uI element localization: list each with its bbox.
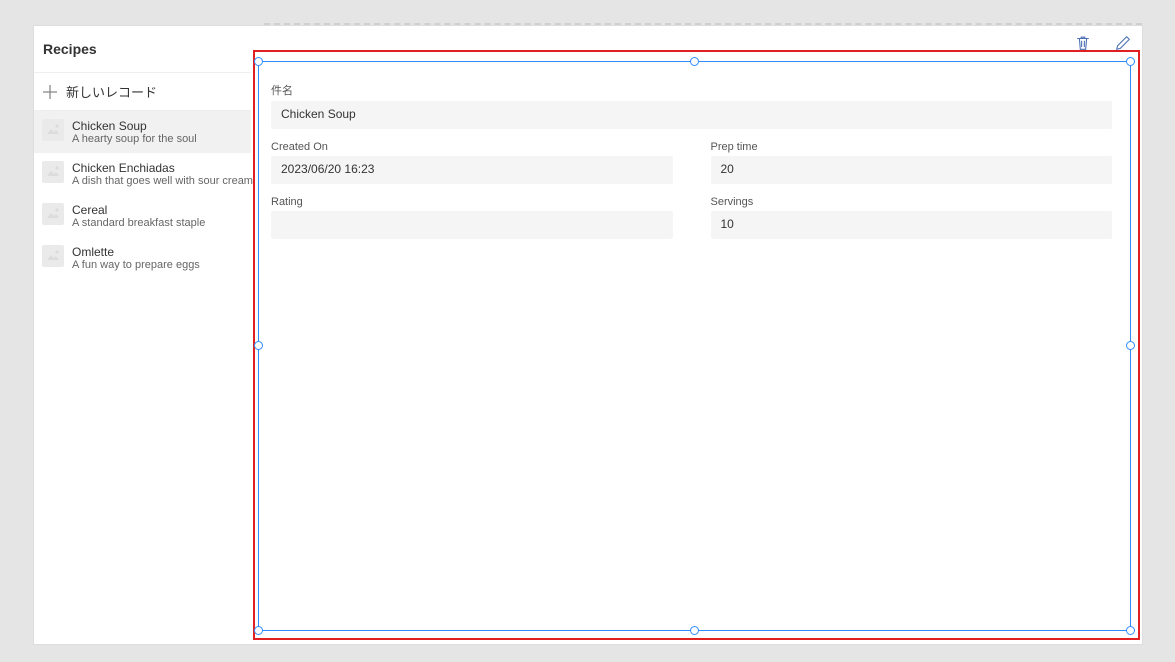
trash-icon	[1074, 34, 1092, 52]
field-label-created-on: Created On	[271, 141, 673, 153]
pencil-icon	[1114, 34, 1132, 52]
field-value-servings[interactable]: 10	[711, 211, 1113, 239]
list-item-subtitle: A dish that goes well with sour cream	[72, 175, 243, 187]
edit-button[interactable]	[1114, 34, 1132, 52]
list-item[interactable]: Omlette A fun way to prepare eggs	[34, 237, 251, 279]
list-item[interactable]: Chicken Soup A hearty soup for the soul	[34, 111, 251, 153]
list-item-title: Chicken Enchiadas	[72, 161, 243, 175]
new-record-label: 新しいレコード	[66, 82, 157, 101]
list-item-title: Cereal	[72, 203, 205, 217]
sidebar: Recipes 新しいレコード Chicken Soup A hearty so…	[34, 26, 251, 644]
field-value-created-on[interactable]: 2023/06/20 16:23	[271, 156, 673, 184]
field-value-prep-time[interactable]: 20	[711, 156, 1113, 184]
form-area: 件名 Chicken Soup Created On 2023/06/20 16…	[271, 82, 1112, 239]
plus-icon	[42, 84, 58, 100]
field-value-rating[interactable]	[271, 211, 673, 239]
list-item-subtitle: A hearty soup for the soul	[72, 133, 197, 145]
field-label-subject: 件名	[271, 82, 1112, 98]
field-label-servings: Servings	[711, 196, 1113, 208]
image-placeholder-icon	[42, 161, 64, 183]
list-item[interactable]: Chicken Enchiadas A dish that goes well …	[34, 153, 251, 195]
list-item-title: Chicken Soup	[72, 119, 197, 133]
detail-panel: 件名 Chicken Soup Created On 2023/06/20 16…	[252, 26, 1142, 644]
list-item-subtitle: A standard breakfast staple	[72, 217, 205, 229]
list-item-subtitle: A fun way to prepare eggs	[72, 259, 200, 271]
list-item[interactable]: Cereal A standard breakfast staple	[34, 195, 251, 237]
field-value-subject[interactable]: Chicken Soup	[271, 101, 1112, 129]
app-card: Recipes 新しいレコード Chicken Soup A hearty so…	[33, 25, 1143, 645]
image-placeholder-icon	[42, 119, 64, 141]
field-label-rating: Rating	[271, 196, 673, 208]
new-record-button[interactable]: 新しいレコード	[34, 73, 251, 111]
sidebar-title: Recipes	[34, 26, 251, 73]
image-placeholder-icon	[42, 203, 64, 225]
delete-button[interactable]	[1074, 34, 1092, 52]
image-placeholder-icon	[42, 245, 64, 267]
list-item-title: Omlette	[72, 245, 200, 259]
field-label-prep-time: Prep time	[711, 141, 1113, 153]
